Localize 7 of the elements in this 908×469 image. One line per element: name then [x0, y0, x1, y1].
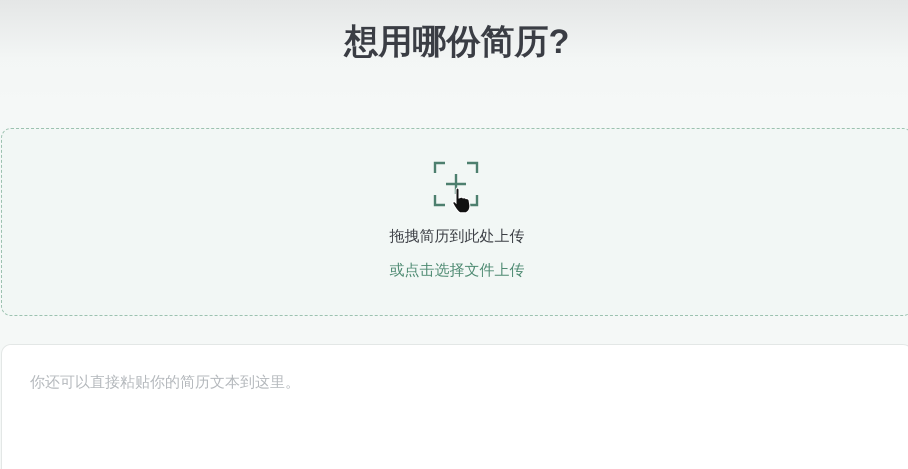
resume-text-field[interactable]: 你还可以直接粘贴你的简历文本到这里。 — [1, 344, 908, 469]
upload-dropzone[interactable]: 拖拽简历到此处上传 或点击选择文件上传 — [1, 128, 908, 316]
add-frame-icon — [433, 161, 479, 207]
hand-cursor-icon — [452, 186, 472, 214]
page-title: 想用哪份简历? — [342, 22, 570, 63]
upload-instruction: 拖拽简历到此处上传 — [390, 227, 524, 246]
choose-file-link[interactable]: 或点击选择文件上传 — [390, 261, 524, 280]
